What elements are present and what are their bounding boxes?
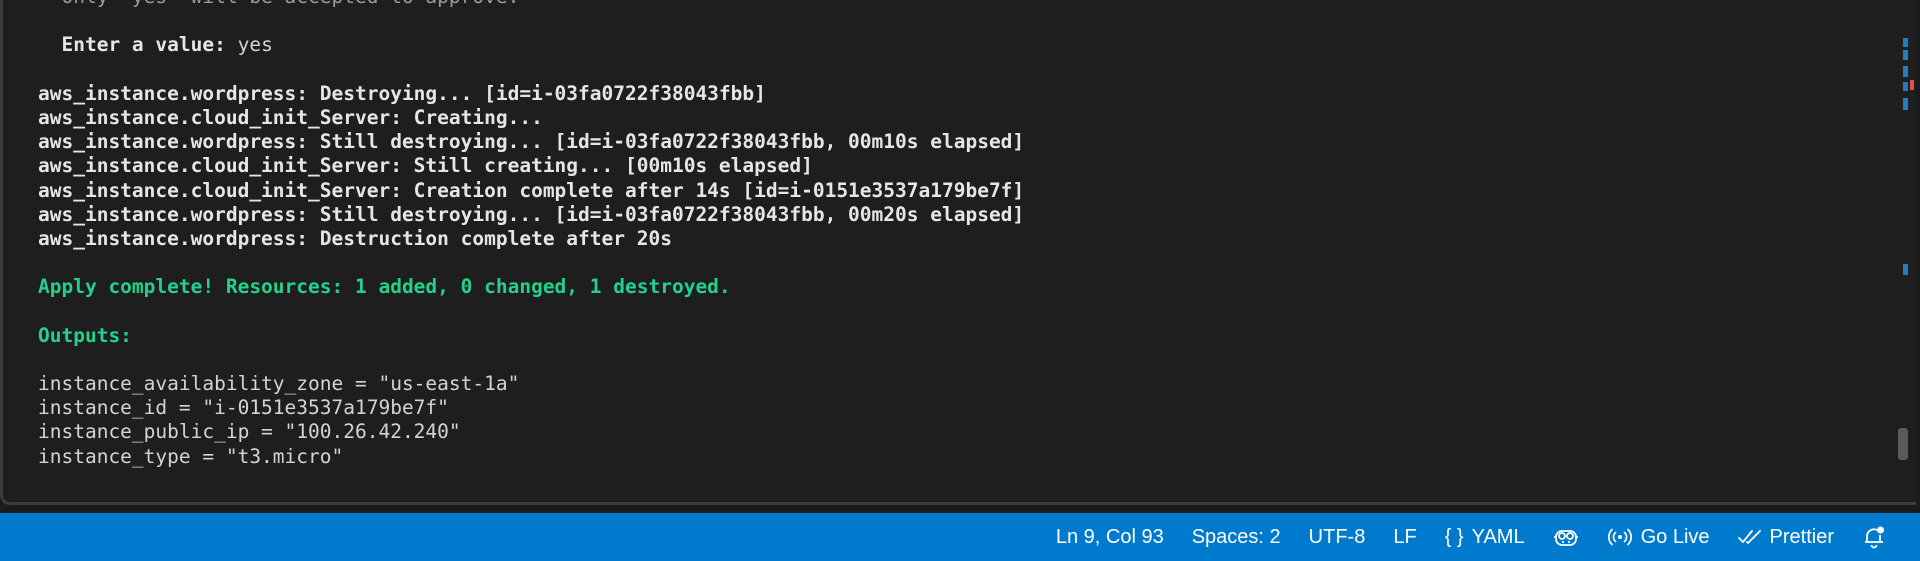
terminal-line-text: aws_instance.cloud_init_Server: Creating… [38,105,543,129]
double-check-icon [1737,528,1762,546]
terminal-line-text: Apply complete! Resources: 1 added, 0 ch… [38,275,731,299]
prompt-label: Enter a value: [38,33,226,57]
overview-ruler-error-marker [1910,80,1914,90]
terminal-line: aws_instance.cloud_init_Server: Creation… [38,179,1024,203]
language-mode-selector[interactable]: { } YAML [1431,513,1539,561]
terminal-line-text: instance_id = "i-0151e3537a179be7f" [38,396,449,420]
scrollbar-thumb[interactable] [1898,428,1908,460]
terminal-line-text: aws_instance.wordpress: Still destroying… [38,202,1025,226]
encoding-selector[interactable]: UTF-8 [1295,513,1380,561]
eol-label: LF [1393,525,1417,548]
terminal-line-text: Only 'yes' will be accepted to approve. [38,0,519,8]
terminal-line: instance_public_ip = "100.26.42.240" [38,420,1024,444]
copilot-icon [1553,526,1579,548]
terminal-line: instance_id = "i-0151e3537a179be7f" [38,396,1024,420]
overview-ruler-marker [1903,66,1908,77]
terminal-line: Outputs: [38,324,1024,348]
go-live-button[interactable]: Go Live [1593,513,1724,561]
terminal-line: aws_instance.wordpress: Still destroying… [38,203,1024,227]
terminal-line-text: instance_availability_zone = "us-east-1a… [38,372,520,395]
braces-icon: { } [1444,525,1464,548]
terminal-line-text: instance_type = "t3.micro" [38,444,344,468]
terminal-line: Apply complete! Resources: 1 added, 0 ch… [38,275,1024,299]
terminal-line: aws_instance.cloud_init_Server: Creating… [38,106,1024,130]
cursor-position-label: Ln 9, Col 93 [1055,525,1164,548]
indentation-selector[interactable]: Spaces: 2 [1178,513,1295,561]
terminal-panel[interactable]: Only 'yes' will be accepted to approve. … [0,0,1916,505]
overview-ruler-marker [1903,264,1908,275]
language-label: YAML [1471,525,1525,548]
terminal-line: aws_instance.wordpress: Destruction comp… [38,227,1024,251]
broadcast-icon [1607,527,1633,547]
terminal-line-text: aws_instance.cloud_init_Server: Still cr… [38,154,813,178]
terminal-output: Only 'yes' will be accepted to approve. … [38,0,1024,469]
terminal-line-text: instance_public_ip = "100.26.42.240" [38,420,461,444]
copilot-status-button[interactable] [1539,513,1593,561]
overview-ruler-marker [1903,38,1908,47]
terminal-line: instance_type = "t3.micro" [38,445,1024,469]
prettier-label: Prettier [1769,525,1834,548]
terminal-line-text: aws_instance.cloud_init_Server: Creation… [38,178,1025,202]
overview-ruler-marker [1903,50,1908,60]
bell-dot-icon [1862,525,1886,549]
terminal-line: aws_instance.cloud_init_Server: Still cr… [38,154,1024,178]
terminal-line: aws_instance.wordpress: Still destroying… [38,130,1024,154]
terminal-line-text: aws_instance.wordpress: Still destroying… [38,130,1025,154]
terminal-line: Enter a value: yes [38,33,1024,57]
terminal-line-text: Outputs: [38,323,132,347]
prompt-value: yes [225,33,273,57]
cursor-position[interactable]: Ln 9, Col 93 [1042,513,1178,561]
notifications-button[interactable] [1848,513,1900,561]
overview-ruler-marker [1903,82,1908,91]
indentation-label: Spaces: 2 [1191,525,1281,548]
eol-selector[interactable]: LF [1379,513,1430,561]
encoding-label: UTF-8 [1308,525,1366,548]
terminal-scrollbar[interactable] [1890,0,1916,502]
vscode-window: Only 'yes' will be accepted to approve. … [0,0,1920,561]
terminal-line: aws_instance.wordpress: Destroying... [i… [38,82,1024,106]
terminal-line: Only 'yes' will be accepted to approve. [38,0,1024,9]
overview-ruler-marker [1903,98,1908,110]
status-bar: Ln 9, Col 93 Spaces: 2 UTF-8 LF { } YAML [0,513,1920,561]
terminal-line-text: aws_instance.wordpress: Destroying... [i… [38,81,766,105]
terminal-line: instance_availability_zone = "us-east-1a… [38,372,1024,396]
go-live-label: Go Live [1640,525,1710,548]
prettier-status-button[interactable]: Prettier [1724,513,1848,561]
terminal-line-text: aws_instance.wordpress: Destruction comp… [38,226,672,250]
